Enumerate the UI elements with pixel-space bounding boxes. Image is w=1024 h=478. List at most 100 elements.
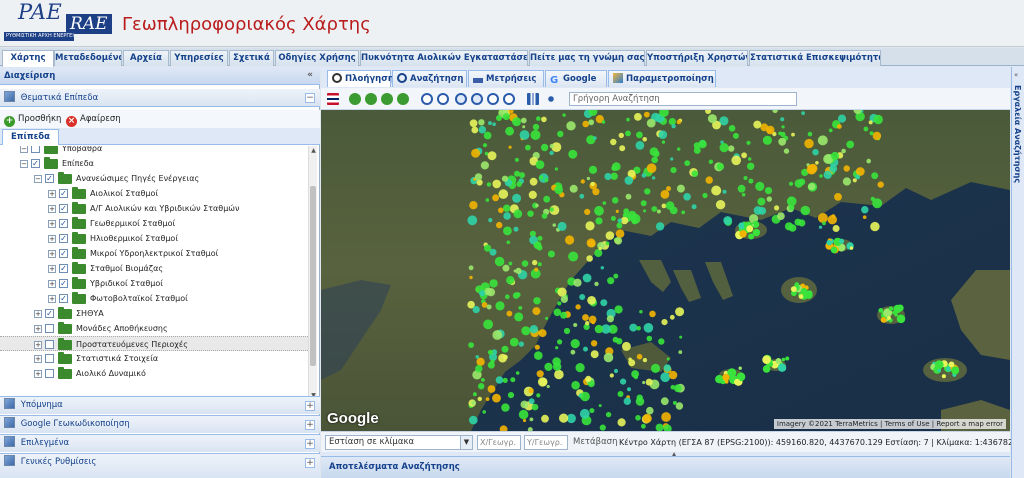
energy-station-marker[interactable] <box>531 403 539 411</box>
energy-station-marker[interactable] <box>544 362 553 371</box>
energy-station-marker[interactable] <box>670 167 677 174</box>
energy-station-marker[interactable] <box>501 175 509 182</box>
energy-station-marker[interactable] <box>676 119 682 125</box>
energy-station-marker[interactable] <box>509 337 519 347</box>
energy-station-marker[interactable] <box>502 113 510 121</box>
tree-row[interactable]: + Στατιστικά Στοιχεία <box>0 351 308 366</box>
energy-station-marker[interactable] <box>807 131 813 137</box>
energy-station-marker[interactable] <box>534 344 540 350</box>
energy-station-marker[interactable] <box>529 417 534 422</box>
energy-station-marker[interactable] <box>534 351 543 360</box>
energy-station-marker[interactable] <box>605 241 610 246</box>
energy-station-marker[interactable] <box>495 376 504 384</box>
energy-station-marker[interactable] <box>830 151 840 161</box>
energy-station-marker[interactable] <box>590 181 595 187</box>
energy-station-marker[interactable] <box>746 140 751 145</box>
energy-station-marker[interactable] <box>585 221 595 231</box>
info-query-icon[interactable] <box>527 93 539 105</box>
energy-station-marker[interactable] <box>747 162 755 170</box>
energy-station-marker[interactable] <box>730 375 736 381</box>
tab-map[interactable]: Χάρτης <box>2 50 54 67</box>
expand-icon[interactable]: + <box>48 295 56 303</box>
energy-station-marker[interactable] <box>575 363 585 373</box>
energy-station-marker[interactable] <box>573 278 582 287</box>
energy-station-marker[interactable] <box>506 240 511 245</box>
energy-station-marker[interactable] <box>855 174 861 180</box>
energy-station-marker[interactable] <box>621 341 631 351</box>
energy-station-marker[interactable] <box>643 323 654 333</box>
remove-layer-button[interactable]: × Αφαίρεση <box>66 112 121 127</box>
layer-checkbox[interactable]: ✓ <box>59 234 68 243</box>
zoom-next-icon[interactable] <box>503 93 515 105</box>
energy-station-marker[interactable] <box>484 287 492 296</box>
energy-station-marker[interactable] <box>541 414 549 423</box>
energy-station-marker[interactable] <box>715 375 724 384</box>
pan-down-icon[interactable] <box>381 93 393 105</box>
energy-station-marker[interactable] <box>828 128 833 133</box>
energy-station-marker[interactable] <box>538 329 547 338</box>
zoom-in-icon[interactable] <box>421 93 433 105</box>
energy-station-marker[interactable] <box>619 145 626 152</box>
energy-station-marker[interactable] <box>582 273 592 283</box>
energy-station-marker[interactable] <box>543 195 551 203</box>
energy-station-marker[interactable] <box>492 122 496 126</box>
energy-station-marker[interactable] <box>781 357 786 362</box>
search-tools-strip[interactable]: « Εργαλεία Αναζήτησης <box>1011 67 1024 478</box>
map-tab-search[interactable]: Αναζήτηση <box>392 70 467 87</box>
expand-icon[interactable]: + <box>48 280 56 288</box>
scroll-up-icon[interactable]: ▲ <box>309 147 318 154</box>
energy-station-marker[interactable] <box>469 201 478 210</box>
energy-station-marker[interactable] <box>513 269 517 273</box>
energy-station-marker[interactable] <box>609 373 614 378</box>
layer-checkbox[interactable]: ✓ <box>31 159 40 168</box>
energy-station-marker[interactable] <box>728 145 735 152</box>
energy-station-marker[interactable] <box>479 290 486 297</box>
layer-checkbox[interactable] <box>45 369 54 378</box>
energy-station-marker[interactable] <box>532 307 541 316</box>
energy-station-marker[interactable] <box>571 381 580 390</box>
energy-station-marker[interactable] <box>861 206 869 214</box>
energy-station-marker[interactable] <box>741 192 746 197</box>
energy-station-marker[interactable] <box>617 418 626 427</box>
energy-station-marker[interactable] <box>877 181 884 188</box>
energy-station-marker[interactable] <box>691 204 697 210</box>
energy-station-marker[interactable] <box>501 403 510 412</box>
energy-station-marker[interactable] <box>508 261 513 266</box>
energy-station-marker[interactable] <box>481 378 485 382</box>
layer-checkbox[interactable] <box>45 340 54 349</box>
layer-checkbox[interactable]: ✓ <box>59 219 68 228</box>
energy-station-marker[interactable] <box>837 114 847 123</box>
energy-station-marker[interactable] <box>536 393 541 398</box>
energy-station-marker[interactable] <box>520 400 529 409</box>
energy-station-marker[interactable] <box>661 412 671 422</box>
expand-icon[interactable]: + <box>48 205 56 213</box>
tab-about[interactable]: Σχετικά <box>229 50 274 66</box>
energy-station-marker[interactable] <box>593 136 597 140</box>
energy-station-marker[interactable] <box>641 173 647 178</box>
energy-station-marker[interactable] <box>615 209 619 213</box>
energy-station-marker[interactable] <box>653 150 660 158</box>
energy-station-marker[interactable] <box>643 209 647 213</box>
energy-station-marker[interactable] <box>468 342 474 348</box>
tree-row[interactable]: + Αιολικό Δυναμικό <box>0 366 308 381</box>
energy-station-marker[interactable] <box>691 170 699 177</box>
energy-station-marker[interactable] <box>650 363 661 373</box>
energy-station-marker[interactable] <box>503 204 511 212</box>
energy-station-marker[interactable] <box>512 117 522 127</box>
energy-station-marker[interactable] <box>636 353 643 360</box>
energy-station-marker[interactable] <box>658 338 665 345</box>
energy-station-marker[interactable] <box>534 267 539 272</box>
energy-station-marker[interactable] <box>514 312 524 322</box>
energy-station-marker[interactable] <box>518 341 525 347</box>
tab-services[interactable]: Υπηρεσίες <box>170 50 228 66</box>
energy-station-marker[interactable] <box>482 143 488 148</box>
energy-station-marker[interactable] <box>678 350 683 354</box>
energy-station-marker[interactable] <box>636 394 643 401</box>
energy-station-marker[interactable] <box>639 310 643 314</box>
energy-station-marker[interactable] <box>554 167 558 171</box>
energy-station-marker[interactable] <box>777 212 785 220</box>
energy-station-marker[interactable] <box>579 193 585 199</box>
energy-station-marker[interactable] <box>841 148 846 154</box>
energy-station-marker[interactable] <box>843 165 850 172</box>
expand-icon[interactable]: + <box>34 341 42 349</box>
